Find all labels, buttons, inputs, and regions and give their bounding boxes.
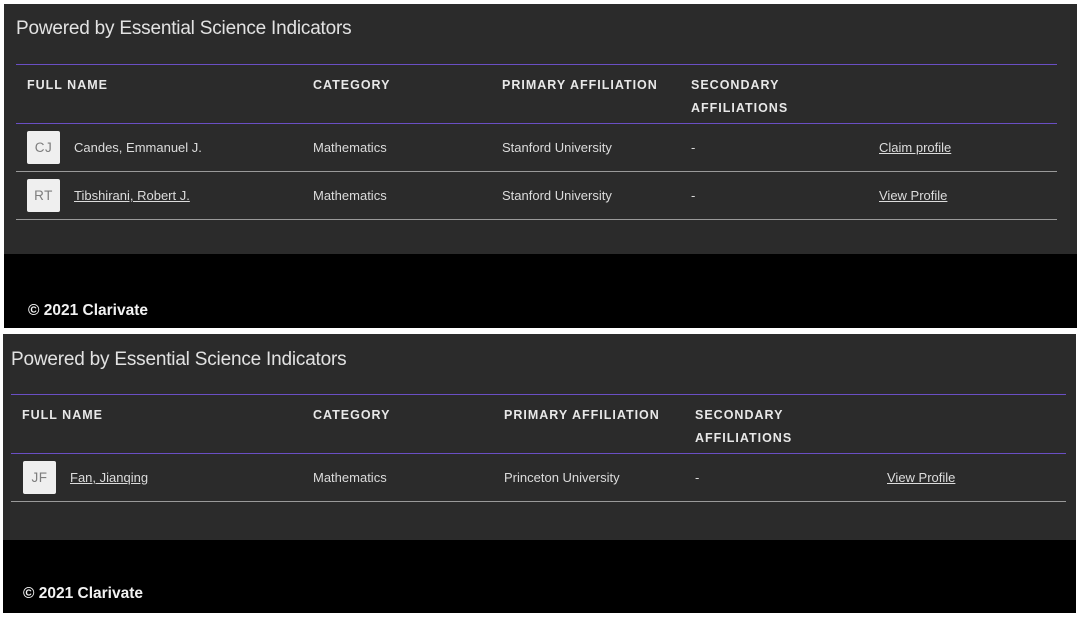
table-row: CJ Candes, Emmanuel J. Mathematics Stanf… xyxy=(16,124,1057,172)
table-header: FULL NAME CATEGORY PRIMARY AFFILIATION S… xyxy=(11,394,1066,454)
researchers-table: FULL NAME CATEGORY PRIMARY AFFILIATION S… xyxy=(16,64,1057,220)
primary-affiliation-cell: Princeton University xyxy=(504,470,620,485)
researcher-name-link[interactable]: Fan, Jianqing xyxy=(70,470,148,485)
researcher-name: Candes, Emmanuel J. xyxy=(74,140,202,155)
table-row: RT Tibshirani, Robert J. Mathematics Sta… xyxy=(16,172,1057,220)
table-header: FULL NAME CATEGORY PRIMARY AFFILIATION S… xyxy=(16,64,1057,124)
powered-by-text: Powered by Essential Science Indicators xyxy=(11,349,347,370)
secondary-affiliation-cell: - xyxy=(691,188,696,203)
footer: © 2021 Clarivate xyxy=(3,540,1076,613)
avatar: CJ xyxy=(27,131,60,164)
copyright-text: © 2021 Clarivate xyxy=(23,585,143,602)
researcher-panel-2: Powered by Essential Science Indicators … xyxy=(3,334,1076,613)
claim-profile-link[interactable]: Claim profile xyxy=(879,140,951,155)
copyright-text: © 2021 Clarivate xyxy=(28,302,148,319)
secondary-affiliation-cell: - xyxy=(695,470,700,485)
view-profile-link[interactable]: View Profile xyxy=(887,470,955,485)
avatar: RT xyxy=(27,179,60,212)
view-profile-link[interactable]: View Profile xyxy=(879,188,947,203)
category-cell: Mathematics xyxy=(313,188,387,203)
header-full-name: FULL NAME xyxy=(27,78,108,92)
header-primary-affiliation: PRIMARY AFFILIATION xyxy=(502,78,658,92)
footer: © 2021 Clarivate xyxy=(4,254,1077,328)
header-secondary-affiliations: SECONDARY AFFILIATIONS xyxy=(691,78,789,115)
secondary-affiliation-cell: - xyxy=(691,140,696,155)
header-category: CATEGORY xyxy=(313,408,391,422)
header-secondary-affiliations: SECONDARY AFFILIATIONS xyxy=(695,408,793,445)
category-cell: Mathematics xyxy=(313,140,387,155)
primary-affiliation-cell: Stanford University xyxy=(502,140,612,155)
researcher-panel-1: Powered by Essential Science Indicators … xyxy=(4,4,1077,328)
header-category: CATEGORY xyxy=(313,78,391,92)
category-cell: Mathematics xyxy=(313,470,387,485)
header-primary-affiliation: PRIMARY AFFILIATION xyxy=(504,408,660,422)
researcher-name-link[interactable]: Tibshirani, Robert J. xyxy=(74,188,190,203)
researchers-table: FULL NAME CATEGORY PRIMARY AFFILIATION S… xyxy=(11,394,1066,502)
powered-by-text: Powered by Essential Science Indicators xyxy=(16,18,352,39)
avatar: JF xyxy=(23,461,56,494)
primary-affiliation-cell: Stanford University xyxy=(502,188,612,203)
table-row: JF Fan, Jianqing Mathematics Princeton U… xyxy=(11,454,1066,502)
header-full-name: FULL NAME xyxy=(22,408,103,422)
